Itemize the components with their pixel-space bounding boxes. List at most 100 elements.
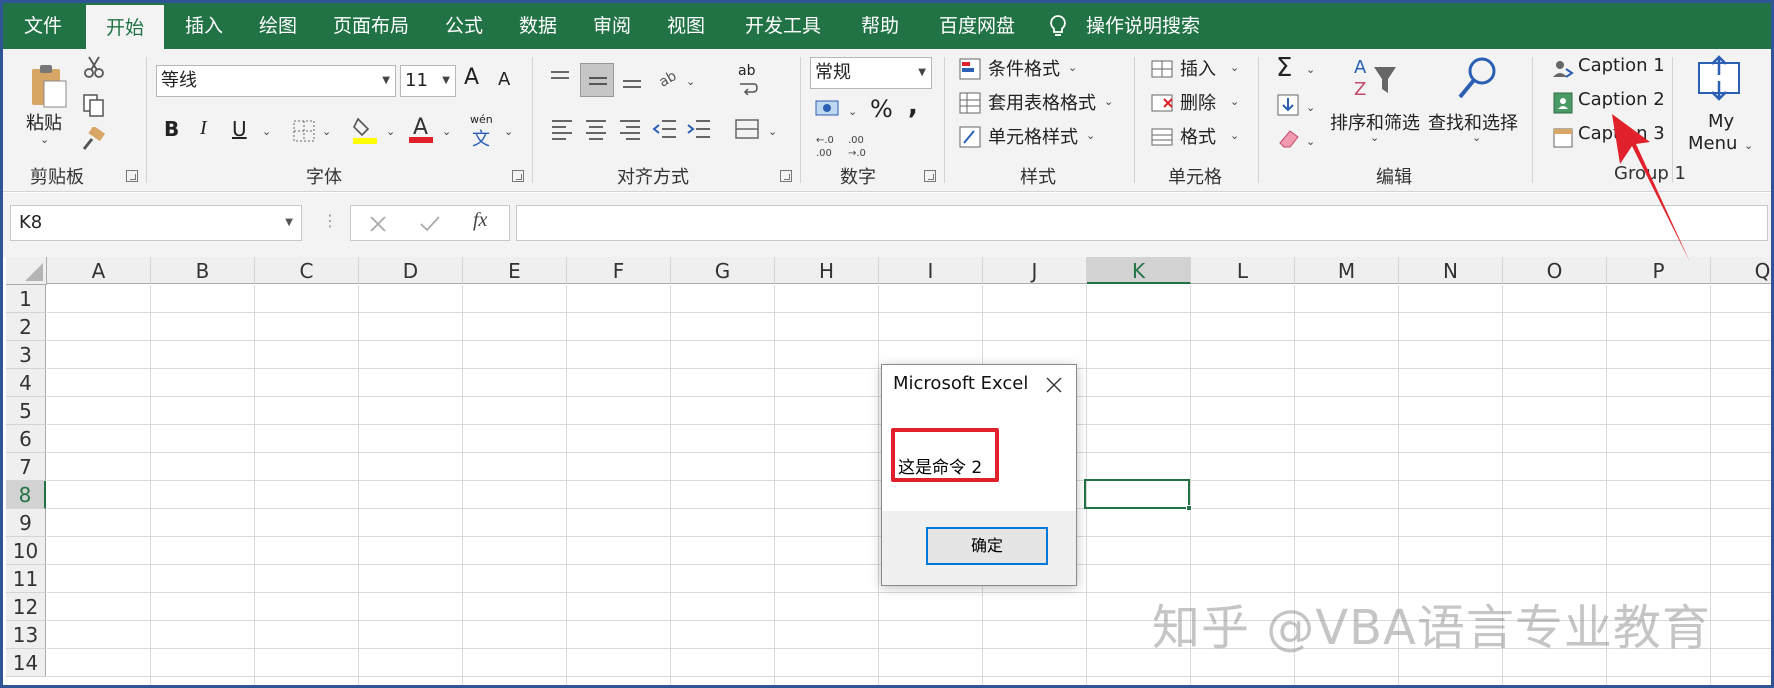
align-center-icon[interactable] — [584, 117, 608, 141]
tab-file[interactable]: 文件 — [8, 0, 78, 49]
column-header[interactable]: G — [671, 257, 775, 284]
comma-style-button[interactable]: , — [908, 91, 918, 121]
ok-button[interactable]: 确定 — [926, 527, 1048, 565]
column-header[interactable]: L — [1191, 257, 1295, 284]
conditional-formatting-button[interactable]: 条件格式 ⌄ — [958, 55, 1138, 83]
tab-insert[interactable]: 插入 — [172, 0, 236, 49]
column-header[interactable]: D — [359, 257, 463, 284]
phonetic-guide-button[interactable]: wén 文 — [468, 113, 496, 150]
find-select-button[interactable]: 查找和选择 ⌄ — [1428, 53, 1520, 153]
copy-icon[interactable] — [82, 93, 108, 117]
row-header[interactable]: 11 — [6, 565, 46, 593]
font-name-combo[interactable]: 等线 ▼ — [156, 65, 396, 97]
percent-style-button[interactable]: % — [870, 95, 893, 123]
align-bottom-icon[interactable] — [620, 67, 644, 91]
fill-color-icon[interactable] — [352, 115, 378, 145]
clear-icon[interactable] — [1276, 127, 1302, 151]
increase-indent-icon[interactable] — [686, 117, 712, 141]
format-as-table-button[interactable]: 套用表格格式 ⌄ — [958, 89, 1138, 117]
align-top-icon[interactable] — [548, 67, 572, 91]
column-header[interactable]: M — [1295, 257, 1399, 284]
row-header[interactable]: 5 — [6, 397, 46, 425]
clipboard-launcher-icon[interactable] — [126, 170, 138, 182]
close-icon[interactable] — [1044, 375, 1064, 395]
row-header[interactable]: 4 — [6, 369, 46, 397]
number-launcher-icon[interactable] — [924, 170, 936, 182]
tab-data[interactable]: 数据 — [506, 0, 570, 49]
column-header[interactable]: F — [567, 257, 671, 284]
row-header[interactable]: 3 — [6, 341, 46, 369]
caption-1-button[interactable]: Caption 1 — [1550, 55, 1680, 83]
tab-help[interactable]: 帮助 — [848, 0, 912, 49]
grow-font-button[interactable]: A — [464, 65, 479, 90]
tab-formulas[interactable]: 公式 — [432, 0, 496, 49]
column-header[interactable]: B — [151, 257, 255, 284]
orientation-icon[interactable]: ab — [656, 63, 682, 89]
italic-button[interactable]: I — [200, 117, 207, 140]
column-header[interactable]: Q — [1711, 257, 1774, 284]
column-header[interactable]: O — [1503, 257, 1607, 284]
cancel-icon[interactable] — [369, 215, 387, 233]
cell-styles-button[interactable]: 单元格样式 ⌄ — [958, 123, 1138, 151]
row-header[interactable]: 8 — [6, 481, 46, 509]
row-header[interactable]: 7 — [6, 453, 46, 481]
tab-baidu-netdisk[interactable]: 百度网盘 — [922, 0, 1032, 49]
row-header[interactable]: 2 — [6, 313, 46, 341]
fill-icon[interactable] — [1276, 93, 1300, 117]
font-color-icon[interactable]: A — [408, 113, 434, 145]
select-all-button[interactable] — [6, 257, 47, 285]
tell-me-search[interactable]: 操作说明搜索 — [1086, 0, 1200, 49]
active-cell-selection[interactable] — [1084, 479, 1192, 511]
format-cells-button[interactable]: 格式 ⌄ — [1150, 123, 1250, 151]
row-header[interactable]: 9 — [6, 509, 46, 537]
name-box[interactable]: K8 ▼ — [10, 205, 302, 241]
bold-button[interactable]: B — [164, 117, 179, 141]
fill-handle[interactable] — [1186, 505, 1192, 511]
format-painter-icon[interactable] — [80, 127, 106, 153]
row-header[interactable]: 13 — [6, 621, 46, 649]
tab-review[interactable]: 审阅 — [580, 0, 644, 49]
autosum-icon[interactable]: Σ — [1276, 53, 1292, 83]
align-right-icon[interactable] — [618, 117, 642, 141]
insert-function-icon[interactable]: fx — [473, 209, 487, 232]
column-header[interactable]: C — [255, 257, 359, 284]
decrease-indent-icon[interactable] — [652, 117, 678, 141]
enter-check-icon[interactable] — [419, 215, 441, 233]
row-header[interactable]: 12 — [6, 593, 46, 621]
cut-icon[interactable] — [82, 55, 106, 79]
font-size-combo[interactable]: 11 ▼ — [400, 65, 456, 97]
insert-cells-button[interactable]: 插入 ⌄ — [1150, 55, 1250, 83]
column-header[interactable]: I — [879, 257, 983, 284]
row-header[interactable]: 10 — [6, 537, 46, 565]
row-header[interactable]: 6 — [6, 425, 46, 453]
column-header[interactable]: A — [47, 257, 151, 284]
tab-draw[interactable]: 绘图 — [246, 0, 310, 49]
row-header[interactable]: 14 — [6, 649, 46, 677]
paste-button[interactable]: 粘贴 ⌄ — [22, 59, 76, 159]
decrease-decimal-icon[interactable]: .00→.0 — [846, 131, 874, 159]
tab-page-layout[interactable]: 页面布局 — [320, 0, 422, 49]
column-header[interactable]: E — [463, 257, 567, 284]
row-header[interactable]: 1 — [6, 285, 46, 313]
column-header[interactable]: J — [983, 257, 1087, 284]
column-header[interactable]: N — [1399, 257, 1503, 284]
align-left-icon[interactable] — [550, 117, 574, 141]
increase-decimal-icon[interactable]: ←.0.00 — [814, 131, 842, 159]
borders-icon[interactable] — [292, 119, 316, 143]
tab-home[interactable]: 开始 — [86, 5, 164, 49]
shrink-font-button[interactable]: A — [498, 69, 510, 90]
tab-view[interactable]: 视图 — [654, 0, 718, 49]
tab-developer[interactable]: 开发工具 — [728, 0, 838, 49]
column-header[interactable]: K — [1087, 257, 1191, 284]
caption-2-button[interactable]: Caption 2 — [1550, 89, 1680, 117]
merge-center-icon[interactable] — [734, 117, 760, 141]
wrap-text-button[interactable]: ab — [738, 63, 755, 79]
underline-button[interactable]: U — [232, 117, 247, 141]
accounting-format-icon[interactable] — [814, 97, 842, 123]
alignment-launcher-icon[interactable] — [780, 170, 792, 182]
align-middle-button[interactable] — [580, 63, 614, 97]
delete-cells-button[interactable]: 删除 ⌄ — [1150, 89, 1250, 117]
sort-filter-button[interactable]: AZ 排序和筛选 ⌄ — [1330, 53, 1422, 153]
number-format-combo[interactable]: 常规 ▼ — [810, 57, 932, 89]
formula-input[interactable] — [516, 205, 1768, 241]
